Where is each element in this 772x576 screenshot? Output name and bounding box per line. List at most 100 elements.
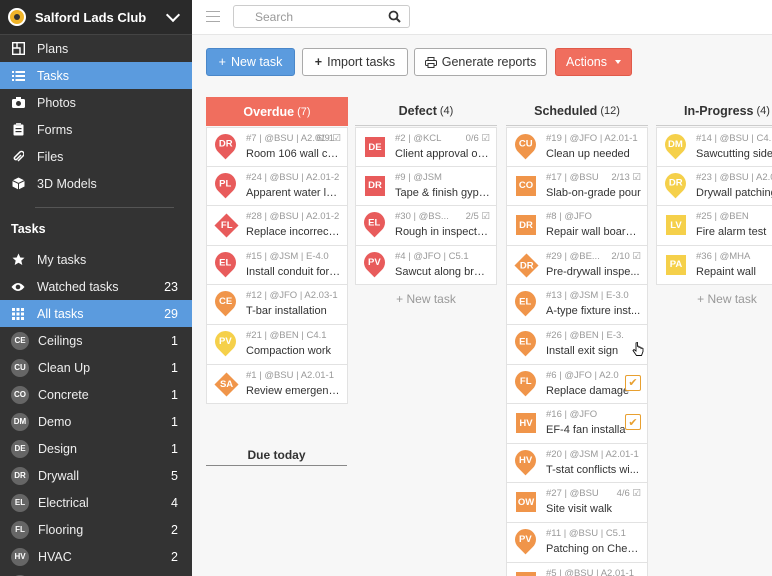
task-title: Fire alarm test [696, 226, 767, 239]
project-switcher[interactable]: Salford Lads Club [0, 0, 192, 35]
category-abbr: PL [219, 177, 232, 189]
category-badge: DM [660, 129, 691, 160]
sidebar-item-label: All tasks [37, 306, 84, 321]
project-name: Salford Lads Club [35, 9, 147, 25]
task-card[interactable]: EL #13 | @JSM | E-3.0 A-type fixture inst.… [506, 285, 648, 325]
menu-icon[interactable] [206, 11, 220, 22]
generate-reports-button[interactable]: Generate reports [414, 48, 547, 76]
category-badge: EL [11, 493, 29, 512]
sidebar-item-concrete[interactable]: CO Concrete 1 [0, 381, 192, 408]
category-badge: EL [359, 207, 390, 238]
task-card[interactable]: #5 | @BSU | A2.01-1 [506, 562, 648, 576]
sidebar-item-photos[interactable]: Photos [0, 89, 192, 116]
task-card[interactable]: EL #30 | @BS... 2/5 ☑ Rough in inspection [355, 206, 497, 246]
column-header: Defect (4) [355, 97, 497, 126]
sidebar-item-3d-models[interactable]: 3D Models [0, 170, 192, 197]
task-card[interactable]: HV #20 | @JSM | A2.01-1 T-stat conflicts w… [506, 443, 648, 484]
task-meta: #21 | @BEN | C4.1 [246, 329, 327, 341]
task-title: Patching on Chest... [546, 542, 641, 555]
plus-icon: + [218, 55, 226, 69]
task-card[interactable]: EL #26 | @BEN | E-3. Install exit sign [506, 324, 648, 365]
task-card[interactable]: OW #27 | @BSU 4/6 ☑ Site visit walk [506, 483, 648, 523]
category-badge: DR [516, 215, 536, 236]
sidebar-item-files[interactable]: Files [0, 143, 192, 170]
task-meta: #20 | @JSM | A2.01-1 [546, 448, 639, 460]
category-badge: LV [666, 215, 686, 236]
sidebar-item-count: 5 [171, 468, 178, 483]
sidebar-item-label: Demo [38, 414, 72, 429]
task-meta: #28 | @BSU | A2.01-2 [246, 211, 340, 223]
task-card[interactable]: DR #23 | @BSU | A2.01 Drywall patching [656, 166, 772, 207]
task-meta: #11 | @BSU | C5.1 [546, 527, 626, 539]
task-card[interactable]: DM #14 | @BSU | C4.1 Sawcutting sidew [656, 127, 772, 167]
task-meta: #16 | @JFO [546, 409, 598, 421]
sidebar-item-plans[interactable]: Plans [0, 35, 192, 62]
task-meta: #26 | @BEN | E-3. [546, 329, 624, 341]
sidebar-item-electrical[interactable]: EL Electrical 4 [0, 489, 192, 516]
task-card[interactable]: DR #8 | @JFO Repair wall board ... [506, 206, 648, 246]
sidebar-item-demo[interactable]: DM Demo 1 [0, 408, 192, 435]
sidebar-item-low-voltage[interactable]: Low Voltage2 [0, 570, 192, 576]
checklist-progress: 6/9 ☑ [316, 133, 341, 144]
tasks-section-title: Tasks [11, 222, 46, 236]
task-card[interactable]: SA #1 | @BSU | A2.01-1 Review emergenc... [206, 364, 348, 405]
task-title: Pre-drywall inspe... [546, 265, 640, 278]
task-card[interactable]: DR #29 | @BE... 2/10 ☑ Pre-drywall inspe... [506, 245, 648, 286]
new-task-button[interactable]: + New task [206, 48, 295, 76]
sidebar-item-tasks[interactable]: Tasks [0, 62, 192, 89]
task-card[interactable]: PV #21 | @BEN | C4.1 Compaction work [206, 324, 348, 365]
sidebar-item-count: 1 [171, 360, 178, 375]
task-card[interactable]: HV #16 | @JFO EF-4 fan installa ✔ [506, 404, 648, 444]
category-badge: EL [510, 287, 541, 317]
sidebar-item-my-tasks[interactable]: My tasks [0, 246, 192, 273]
sidebar-item-watched-tasks[interactable]: Watched tasks 23 [0, 273, 192, 300]
select-checkbox[interactable]: ✔ [625, 414, 641, 431]
task-meta: #29 | @BE... [546, 250, 600, 262]
task-card[interactable]: DR #7 | @BSU | A2.01-1 6/9 ☑ Room 106 wall … [206, 127, 348, 167]
search-icon[interactable] [388, 10, 401, 23]
task-card[interactable]: DR #9 | @JSM Tape & finish gyp ... [355, 166, 497, 207]
sidebar-item-hvac[interactable]: HV HVAC 2 [0, 543, 192, 570]
new-task-link[interactable]: + New task [355, 285, 497, 313]
task-card[interactable]: CE #12 | @JFO | A2.03-1 T-bar installation [206, 285, 348, 325]
sidebar-item-clean-up[interactable]: CU Clean Up 1 [0, 354, 192, 381]
card-list: DM #14 | @BSU | C4.1 Sawcutting sidew DR #23… [656, 127, 772, 286]
sidebar-item-ceilings[interactable]: CE Ceilings 1 [0, 327, 192, 354]
category-badge: SA [214, 372, 239, 397]
sidebar-item-all-tasks[interactable]: All tasks 29 [0, 300, 192, 327]
task-card[interactable]: PA #36 | @MHA Repaint wall [656, 245, 772, 286]
task-card[interactable]: DE #2 | @KCL 0/6 ☑ Client approval on... [355, 127, 497, 167]
sidebar-item-design[interactable]: DE Design 1 [0, 435, 192, 462]
column-count: (12) [600, 105, 620, 117]
task-title: T-stat conflicts wi... [546, 463, 639, 476]
select-checkbox[interactable]: ✔ [625, 374, 641, 391]
task-card[interactable]: LV #25 | @BEN Fire alarm test [656, 206, 772, 246]
sidebar-item-forms[interactable]: Forms [0, 116, 192, 143]
task-card[interactable]: EL #15 | @JSM | E-4.0 Install conduit for … [206, 245, 348, 286]
task-card[interactable]: CU #19 | @JFO | A2.01-1 Clean up needed [506, 127, 648, 167]
task-meta: #15 | @JSM | E-4.0 [246, 250, 329, 262]
new-task-link[interactable]: + New task [656, 285, 772, 313]
task-card[interactable]: CO #17 | @BSU 2/13 ☑ Slab-on-grade pour [506, 166, 648, 207]
task-meta: #5 | @BSU | A2.01-1 [546, 567, 634, 576]
category-abbr: HV [518, 454, 533, 466]
task-card[interactable]: PV #4 | @JFO | C5.1 Sawcut along brea... [355, 245, 497, 286]
import-tasks-button[interactable]: + Import tasks [302, 48, 408, 76]
sidebar-item-flooring[interactable]: FL Flooring 2 [0, 516, 192, 543]
task-title: Install exit sign [546, 344, 619, 357]
sidebar-item-drywall[interactable]: DR Drywall 5 [0, 462, 192, 489]
task-title: Install conduit for ... [246, 265, 341, 278]
category-badge: DR [514, 253, 539, 278]
star-icon [11, 253, 25, 267]
chevron-down-icon [165, 7, 181, 22]
task-title: Replace incorrect ... [246, 226, 341, 239]
sidebar: Salford Lads Club Plans Tasks Photos Forms F… [0, 0, 192, 576]
task-card[interactable]: PL #24 | @BSU | A2.01-2 Apparent water le.… [206, 166, 348, 207]
category-abbr: LV [670, 219, 682, 231]
checklist-progress: 4/6 ☑ [616, 488, 641, 500]
task-card[interactable]: FL #6 | @JFO | A2.0 Replace damage ✔ [506, 364, 648, 405]
task-card[interactable]: PV #11 | @BSU | C5.1 Patching on Chest... [506, 522, 648, 563]
actions-dropdown[interactable]: Actions [555, 48, 632, 76]
task-card[interactable]: FL #28 | @BSU | A2.01-2 Replace incorrect … [206, 206, 348, 246]
search-input[interactable]: Search [233, 5, 410, 28]
